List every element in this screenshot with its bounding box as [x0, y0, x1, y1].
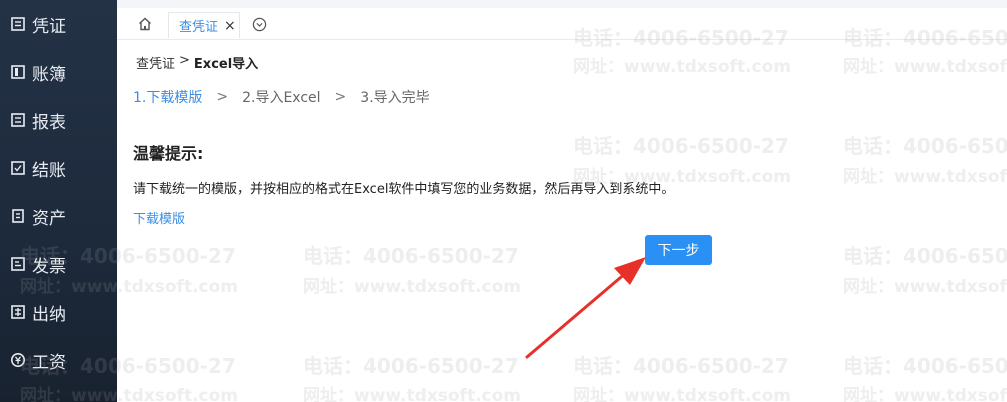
sidebar-item-label: 账簿: [32, 64, 66, 85]
sidebar-item-label: 结账: [32, 160, 66, 181]
report-icon: [10, 112, 26, 128]
tip-body: 请下载统一的模版，并按相应的格式在Excel软件中填写您的业务数据，然后再导入到…: [133, 182, 675, 197]
sidebar-item-cashier[interactable]: 出纳: [0, 288, 117, 336]
sidebar-item-label: 报表: [32, 112, 66, 133]
cashier-icon: [10, 304, 26, 320]
sidebar-item-label: 工资: [32, 352, 66, 373]
sidebar-item-ledger[interactable]: 账簿: [0, 48, 117, 96]
tab-voucher-query[interactable]: 查凭证 ×: [168, 12, 240, 38]
sidebar-item-label: 凭证: [32, 16, 66, 37]
sidebar-item-report[interactable]: 报表: [0, 96, 117, 144]
step-import-excel: 2.导入Excel: [242, 90, 321, 106]
close-icon[interactable]: ×: [224, 19, 236, 33]
chevron-down-circle-icon[interactable]: [252, 17, 267, 32]
sidebar: 凭证 账簿 报表 结账 资产 发票 出纳 工资: [0, 0, 117, 402]
sidebar-item-label: 资产: [32, 208, 66, 229]
asset-icon: [10, 208, 26, 224]
sidebar-item-asset[interactable]: 资产: [0, 192, 117, 240]
sidebar-item-checkout[interactable]: 结账: [0, 144, 117, 192]
breadcrumb-current: Excel导入: [193, 57, 259, 72]
ledger-icon: [10, 64, 26, 80]
breadcrumb: 查凭证 > Excel导入: [136, 53, 258, 72]
sidebar-item-salary[interactable]: 工资: [0, 336, 117, 384]
invoice-icon: [10, 256, 26, 272]
tab-label: 查凭证: [179, 20, 219, 35]
step-import-complete: 3.导入完毕: [360, 90, 430, 106]
step-download-template: 1.下载模版: [133, 90, 203, 106]
import-steps: 1.下载模版 > 2.导入Excel > 3.导入完毕: [133, 87, 430, 107]
sidebar-item-label: 出纳: [32, 304, 66, 325]
sidebar-item-label: 发票: [32, 256, 66, 277]
step-separator: >: [216, 89, 229, 105]
sidebar-item-voucher[interactable]: 凭证: [0, 0, 117, 48]
download-template-link[interactable]: 下载模版: [133, 208, 185, 227]
home-icon[interactable]: [137, 16, 153, 32]
tip-title: 温馨提示:: [133, 144, 204, 163]
tab-bar-strip: [117, 0, 1007, 8]
voucher-icon: [10, 16, 26, 32]
checkout-icon: [10, 160, 26, 176]
breadcrumb-parent[interactable]: 查凭证: [136, 53, 175, 72]
breadcrumb-separator: >: [179, 53, 190, 68]
step-separator: >: [334, 89, 347, 105]
salary-icon: [10, 352, 26, 368]
next-step-button[interactable]: 下一步: [645, 235, 712, 265]
sidebar-item-invoice[interactable]: 发票: [0, 240, 117, 288]
